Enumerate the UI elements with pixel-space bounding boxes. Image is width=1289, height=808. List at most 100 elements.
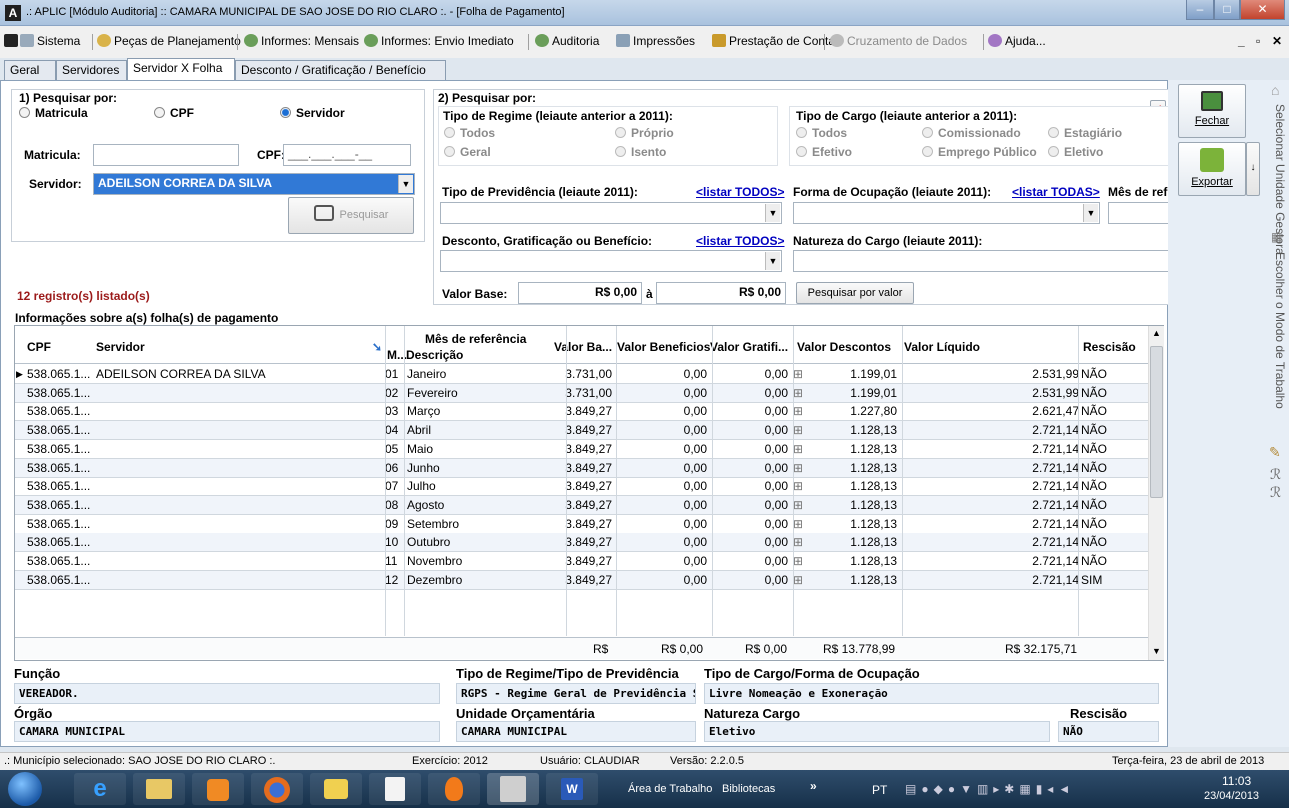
menu-impressoes[interactable]: Impressões xyxy=(616,34,695,48)
col-liquido[interactable]: Valor Líquido xyxy=(904,340,980,354)
sort-icon[interactable]: ➘ xyxy=(372,340,382,354)
dropdown-arrow-icon[interactable]: ▼ xyxy=(1083,204,1098,222)
table-row[interactable]: 538.065.1... 10 Outubro 3.849,27 0,00 0,00 1.1… xyxy=(15,533,1148,553)
pencil-icon[interactable]: ✎ xyxy=(1269,444,1287,462)
table-row[interactable]: 538.065.1... 03 Março 3.849,27 0,00 0,00 1.227… xyxy=(15,402,1148,422)
radio-cargo-efetivo[interactable]: Efetivo xyxy=(796,145,852,159)
cpf-input[interactable]: ___.___.___-__ xyxy=(283,144,411,166)
radio-regime-proprio[interactable]: Próprio xyxy=(615,126,674,140)
mdi-restore-button[interactable]: ▫ xyxy=(1256,34,1260,48)
mdi-close-button[interactable]: ✕ xyxy=(1272,34,1282,48)
previdencia-combo[interactable]: ▼ xyxy=(440,202,782,224)
menu-informes-envio[interactable]: Informes: Envio Imediato xyxy=(364,34,514,48)
tab-geral[interactable]: Geral xyxy=(4,60,56,80)
dropdown-arrow-icon[interactable]: ▼ xyxy=(765,204,780,222)
expand-icon[interactable]: ⊞ xyxy=(793,386,803,400)
fechar-button[interactable]: Fechar xyxy=(1178,84,1246,138)
radio-cargo-todos[interactable]: Todos xyxy=(796,126,847,140)
table-row[interactable]: ▶ 538.065.1... ADEILSON CORREA DA SILVA 01 J… xyxy=(15,365,1148,384)
menu-ajuda[interactable]: Ajuda... xyxy=(988,34,1046,48)
tool2-icon[interactable]: ℛ xyxy=(1270,484,1288,502)
media-task[interactable] xyxy=(192,773,244,805)
exportar-button[interactable]: Exportar xyxy=(1178,142,1246,196)
dropdown-arrow-icon[interactable]: ▼ xyxy=(765,252,780,270)
tool-icon[interactable]: ℛ xyxy=(1270,466,1288,484)
radio-matricula[interactable]: Matricula xyxy=(19,106,88,120)
menu-auditoria[interactable]: Auditoria xyxy=(535,34,599,48)
expand-icon[interactable]: ⊞ xyxy=(793,498,803,512)
explorer-task[interactable] xyxy=(133,773,185,805)
ie-task[interactable]: e xyxy=(74,773,126,805)
servidor-combo[interactable]: ADEILSON CORREA DA SILVA ▼ xyxy=(93,173,415,195)
app-task[interactable] xyxy=(310,773,362,805)
col-gratificacoes[interactable]: Valor Gratifi... xyxy=(710,340,788,354)
table-row[interactable]: 538.065.1... 02 Fevereiro 3.731,00 0,00 0,00 1… xyxy=(15,383,1148,403)
home-icon[interactable]: ⌂ xyxy=(1271,82,1287,100)
radio-cargo-comissionado[interactable]: Comissionado xyxy=(922,126,1021,140)
scroll-thumb[interactable] xyxy=(1150,346,1163,498)
col-servidor[interactable]: Servidor xyxy=(96,340,145,354)
language-indicator[interactable]: PT xyxy=(872,783,887,797)
expand-icon[interactable]: ⊞ xyxy=(793,461,803,475)
grid-scrollbar[interactable]: ▲ ▼ xyxy=(1148,326,1164,660)
bibliotecas[interactable]: Bibliotecas xyxy=(722,783,775,795)
exportar-menu-arrow[interactable]: ↓ xyxy=(1246,142,1260,196)
menu-informes-mensais[interactable]: Informes: Mensais xyxy=(244,34,359,48)
expand-icon[interactable]: ⊞ xyxy=(793,554,803,568)
mdi-minimize-button[interactable]: _ xyxy=(1238,34,1245,48)
menu-cruzamento[interactable]: Cruzamento de Dados xyxy=(830,34,967,48)
radio-cpf[interactable]: CPF xyxy=(154,106,194,120)
matricula-input[interactable] xyxy=(93,144,239,166)
natureza-input[interactable] xyxy=(793,250,1169,272)
pesquisar-button[interactable]: Pesquisar xyxy=(288,197,414,234)
start-button[interactable] xyxy=(8,772,42,806)
flame-task[interactable] xyxy=(428,773,480,805)
expand-icon[interactable]: ⊞ xyxy=(793,535,803,549)
table-row[interactable]: 538.065.1... 12 Dezembro 3.849,27 0,00 0,00 1.… xyxy=(15,570,1148,590)
table-row[interactable]: 538.065.1... 11 Novembro 3.849,27 0,00 0,00 1.… xyxy=(15,552,1148,571)
desconto-combo[interactable]: ▼ xyxy=(440,250,782,272)
menu-sistema[interactable]: Sistema xyxy=(20,34,80,48)
ocupacao-combo[interactable]: ▼ xyxy=(793,202,1100,224)
expand-icon[interactable]: ⊞ xyxy=(793,423,803,437)
table-row[interactable]: 538.065.1... 09 Setembro 3.849,27 0,00 0,00 1.… xyxy=(15,515,1148,534)
col-rescisao[interactable]: Rescisão xyxy=(1083,340,1136,354)
firefox-task[interactable] xyxy=(251,773,303,805)
pesquisar-valor-button[interactable]: Pesquisar por valor xyxy=(796,282,914,304)
menu-pecas[interactable]: Peças de Planejamento xyxy=(97,34,241,48)
radio-cargo-estagiario[interactable]: Estagiário xyxy=(1048,126,1122,140)
tab-desconto[interactable]: Desconto / Gratificação / Benefício xyxy=(235,60,446,80)
area-trabalho[interactable]: Área de Trabalho xyxy=(628,783,712,795)
radio-regime-geral[interactable]: Geral xyxy=(444,145,491,159)
table-row[interactable]: 538.065.1... 08 Agosto 3.849,27 0,00 0,00 1.12… xyxy=(15,495,1148,515)
valor-ate-input[interactable]: R$ 0,00 xyxy=(656,282,786,304)
col-descontos[interactable]: Valor Descontos xyxy=(797,340,891,354)
col-cpf[interactable]: CPF xyxy=(27,340,51,354)
mes-ref-input[interactable] xyxy=(1108,202,1169,224)
radio-regime-todos[interactable]: Todos xyxy=(444,126,495,140)
col-beneficios[interactable]: Valor Beneficios xyxy=(617,340,710,354)
menu-prestacao[interactable]: Prestação de Contas xyxy=(712,34,841,48)
col-valor-base[interactable]: Valor Ba... xyxy=(554,340,612,354)
expand-icon[interactable]: ⊞ xyxy=(793,479,803,493)
maximize-button[interactable]: □ xyxy=(1214,0,1240,20)
table-row[interactable]: 538.065.1... 05 Maio 3.849,27 0,00 0,00 1.128,… xyxy=(15,440,1148,459)
radio-servidor[interactable]: Servidor xyxy=(280,106,345,120)
col-descricao[interactable]: Descrição xyxy=(406,348,463,362)
close-button[interactable]: ✕ xyxy=(1240,0,1285,20)
expand-icon[interactable]: ⊞ xyxy=(793,404,803,418)
expand-icon[interactable]: ⊞ xyxy=(793,573,803,587)
radio-cargo-eletivo[interactable]: Eletivo xyxy=(1048,145,1103,159)
expand-icon[interactable]: ⊞ xyxy=(793,517,803,531)
aplic-task[interactable] xyxy=(487,773,539,805)
tab-servidores[interactable]: Servidores xyxy=(56,60,127,80)
app-menu-icon[interactable] xyxy=(4,34,21,48)
word-task[interactable]: W xyxy=(546,773,598,805)
tab-servidor-x-folha[interactable]: Servidor X Folha xyxy=(127,58,235,81)
dropdown-arrow-icon[interactable]: ▼ xyxy=(398,175,413,193)
scroll-up-icon[interactable]: ▲ xyxy=(1152,328,1161,338)
scroll-down-icon[interactable]: ▼ xyxy=(1152,646,1161,656)
pdf-task[interactable] xyxy=(369,773,421,805)
tray-time[interactable]: 11:03 xyxy=(1222,774,1251,788)
table-row[interactable]: 538.065.1... 04 Abril 3.849,27 0,00 0,00 1.128… xyxy=(15,421,1148,441)
